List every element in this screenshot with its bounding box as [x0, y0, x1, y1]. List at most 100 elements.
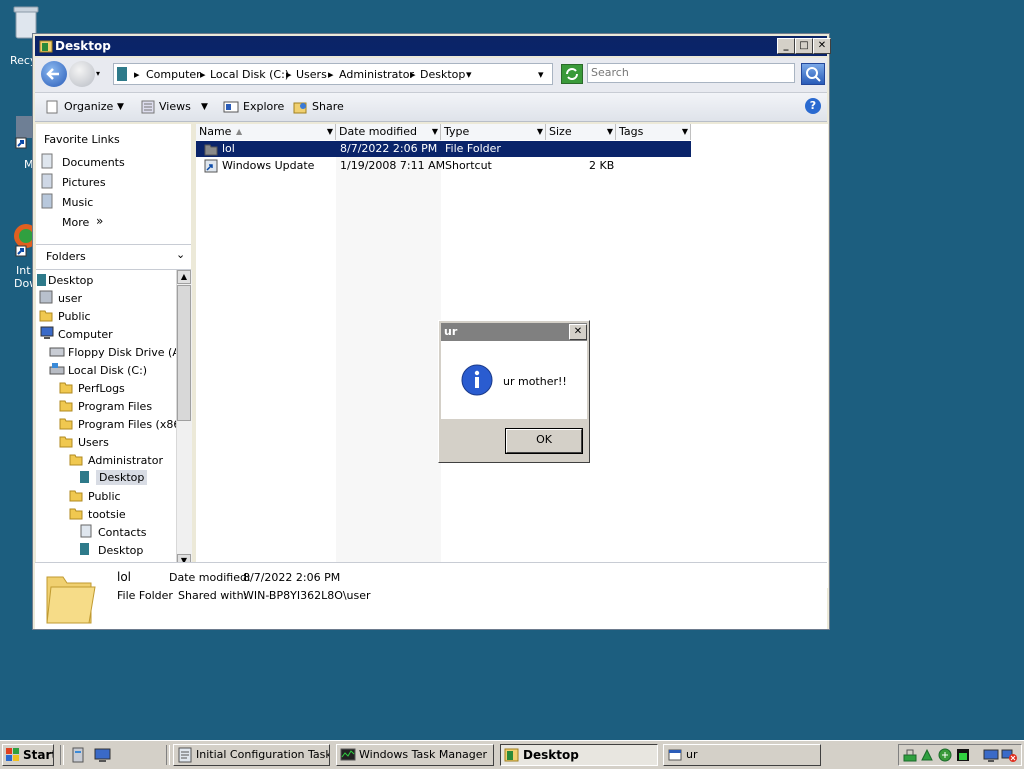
organize-dropdown-icon[interactable]: ▼: [117, 102, 124, 112]
column-dropdown-icon[interactable]: ▼: [327, 124, 333, 140]
crumb-administrator[interactable]: Administrator: [339, 68, 414, 81]
chevron-down-icon[interactable]: ⌄: [176, 248, 185, 261]
forward-button[interactable]: [69, 61, 95, 87]
tree-item-program-files[interactable]: Program Files: [78, 400, 152, 413]
tree-item-users[interactable]: Users: [78, 436, 109, 449]
tree-item-computer[interactable]: Computer: [58, 328, 113, 341]
tree-item-desktop[interactable]: Desktop: [48, 274, 93, 287]
cpu-meter-icon[interactable]: [955, 747, 971, 763]
crumb-users[interactable]: Users: [296, 68, 327, 81]
file-date: 1/19/2008 7:11 AM: [340, 159, 446, 172]
favorite-documents[interactable]: Documents: [62, 156, 125, 169]
file-type: File Folder: [445, 142, 501, 155]
folder-icon: [59, 382, 73, 394]
music-icon: [41, 193, 53, 209]
scroll-up-icon[interactable]: ▲: [177, 270, 191, 284]
search-button[interactable]: [801, 63, 825, 85]
command-bar: Organize ▼ Views ▼ Explore Share ?: [35, 93, 827, 122]
table-row[interactable]: Windows Update 1/19/2008 7:11 AM Shortcu…: [196, 158, 691, 174]
tree-item-user[interactable]: user: [58, 292, 82, 305]
favorite-more[interactable]: More: [62, 216, 89, 229]
explore-button[interactable]: Explore: [243, 100, 284, 113]
show-desktop-icon[interactable]: [94, 746, 112, 764]
views-dropdown-icon[interactable]: ▼: [201, 102, 208, 112]
server-manager-icon[interactable]: [70, 746, 88, 764]
folder-icon: [59, 436, 73, 448]
tree-item-public[interactable]: Public: [58, 310, 91, 323]
update-icon[interactable]: [919, 747, 935, 763]
column-dropdown-icon[interactable]: ▼: [607, 124, 613, 140]
folder-icon: [39, 310, 53, 322]
column-tags[interactable]: Tags ▼: [616, 124, 691, 140]
taskbar-separator: [166, 745, 170, 765]
start-button[interactable]: Start: [2, 744, 54, 766]
security-icon[interactable]: [937, 747, 953, 763]
tree-item-perflogs[interactable]: PerfLogs: [78, 382, 125, 395]
folder-icon: [59, 418, 73, 430]
search-input[interactable]: Search: [587, 63, 795, 83]
scroll-thumb[interactable]: [177, 285, 191, 421]
task-windows-task-manager[interactable]: Windows Task Manager: [336, 744, 494, 766]
tree-item-local-disk[interactable]: Local Disk (C:): [68, 364, 147, 377]
organize-button[interactable]: Organize: [64, 100, 113, 113]
history-dropdown-icon[interactable]: ▾: [96, 69, 100, 78]
favorite-pictures[interactable]: Pictures: [62, 176, 106, 189]
local-disk-icon: [49, 363, 65, 375]
tree-item-program-files-x86[interactable]: Program Files (x86): [78, 418, 185, 431]
tree-scrollbar[interactable]: ▲ ▼: [176, 270, 192, 568]
column-name[interactable]: Name ▲ ▼: [196, 124, 336, 140]
task-ur[interactable]: ur: [663, 744, 821, 766]
back-button[interactable]: [41, 61, 67, 87]
column-size[interactable]: Size ▼: [546, 124, 616, 140]
display-icon[interactable]: [983, 747, 999, 763]
more-chevron-icon[interactable]: »: [96, 214, 103, 228]
tree-item-contacts[interactable]: Contacts: [98, 526, 147, 539]
refresh-button[interactable]: [561, 64, 583, 84]
desktop-folder-icon: [80, 471, 89, 483]
dialog-message: ur mother!!: [503, 375, 567, 388]
tree-item-desktop-2[interactable]: Desktop: [98, 544, 143, 557]
crumb-local-disk[interactable]: Local Disk (C:): [210, 68, 289, 81]
maximize-button[interactable]: □: [795, 38, 813, 54]
task-label: Desktop: [523, 748, 579, 762]
folders-header[interactable]: Folders ⌄: [36, 244, 191, 270]
breadcrumb[interactable]: ▸ Computer ▸ Local Disk (C:) ▸ Users ▸ A…: [113, 63, 553, 85]
crumb-computer[interactable]: Computer: [146, 68, 201, 81]
network-disconnected-icon[interactable]: [1001, 747, 1017, 763]
file-type: Shortcut: [445, 159, 492, 172]
tree-item-administrator[interactable]: Administrator: [88, 454, 163, 467]
dialog-close-button[interactable]: ✕: [569, 324, 587, 340]
message-dialog: ur ✕ ur mother!! OK: [438, 320, 590, 463]
dialog-title-bar[interactable]: ur ✕: [441, 323, 587, 341]
column-dropdown-icon[interactable]: ▼: [682, 124, 688, 140]
help-icon[interactable]: ?: [805, 98, 821, 114]
views-button[interactable]: Views: [159, 100, 191, 113]
task-initial-configuration[interactable]: Initial Configuration Tasks: [173, 744, 330, 766]
close-button[interactable]: ✕: [813, 38, 831, 54]
task-label: ur: [686, 748, 698, 761]
system-tray: [898, 744, 1022, 766]
favorite-music[interactable]: Music: [62, 196, 93, 209]
crumb-desktop[interactable]: Desktop: [420, 68, 465, 81]
computer-icon: [40, 326, 54, 339]
title-bar[interactable]: Desktop _ □ ✕: [35, 36, 831, 56]
table-row[interactable]: lol 8/7/2022 2:06 PM File Folder: [196, 141, 691, 157]
column-dropdown-icon[interactable]: ▼: [537, 124, 543, 140]
tree-item-tootsie[interactable]: tootsie: [88, 508, 126, 521]
network-icon[interactable]: [902, 747, 918, 763]
tree-item-desktop-selected[interactable]: Desktop: [96, 470, 148, 485]
minimize-button[interactable]: _: [777, 38, 795, 54]
folder-icon: [504, 748, 519, 762]
task-desktop[interactable]: Desktop: [500, 744, 658, 766]
tree-item-public-2[interactable]: Public: [88, 490, 121, 503]
tree-item-floppy[interactable]: Floppy Disk Drive (A:): [68, 346, 188, 359]
ok-button[interactable]: OK: [505, 428, 583, 454]
address-dropdown-icon[interactable]: ▾: [538, 68, 544, 81]
task-manager-icon: [340, 748, 356, 761]
column-date-modified[interactable]: Date modified ▼: [336, 124, 441, 140]
share-button[interactable]: Share: [312, 100, 344, 113]
search-icon: [806, 67, 821, 82]
column-dropdown-icon[interactable]: ▼: [432, 124, 438, 140]
column-type[interactable]: Type ▼: [441, 124, 546, 140]
dialog-title: ur: [444, 325, 458, 338]
